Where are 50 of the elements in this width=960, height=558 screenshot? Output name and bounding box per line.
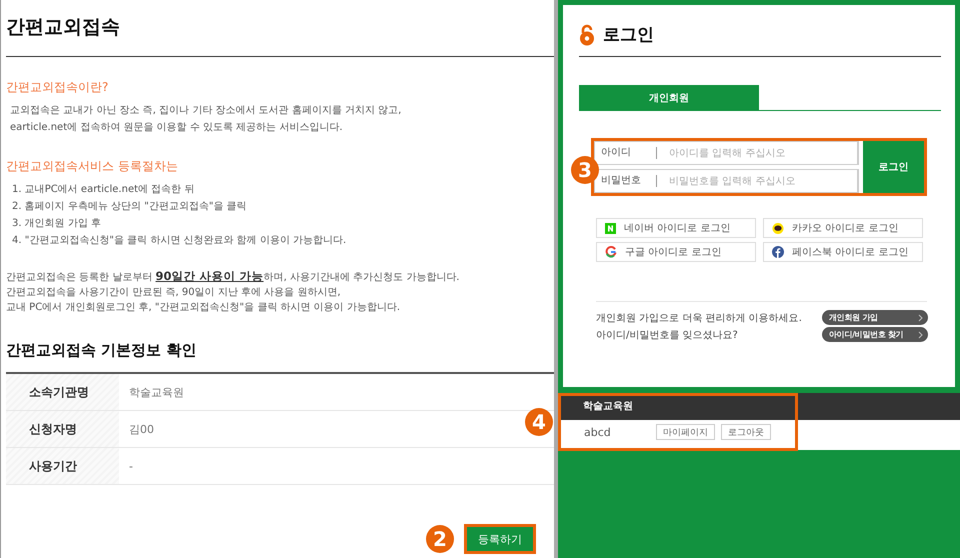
step-item: 3. 개인회원 가입 후	[12, 217, 102, 231]
step-number: 2	[426, 525, 454, 553]
step-item: 2. 홈페이지 우측메뉴 상단의 "간편교외접속"을 클릭	[12, 200, 248, 214]
login-button[interactable]: 로그인	[863, 141, 924, 193]
notice-text: 간편교외접속은 등록한 날로부터 90일간 사용이 가능하며, 사용기간내에 추가신청도 가능합니다.	[6, 269, 460, 285]
lock-icon	[579, 24, 595, 46]
register-button[interactable]: 등록하기	[464, 524, 536, 554]
account-button[interactable]: 마이페이지	[656, 424, 715, 440]
table-header-cell: 신청자명	[6, 411, 119, 447]
facebook-icon	[772, 246, 784, 258]
intro-text: 교외접속은 교내가 아닌 장소 즉, 집이나 기타 장소에서 도서관 홈페이지를 거치지 않고,	[10, 104, 402, 118]
social-login-button[interactable]: 카카오 아이디로 로그인	[763, 218, 923, 238]
kakao-icon	[772, 222, 784, 234]
institution-name: 학술교육원	[583, 400, 633, 413]
login-title: 로그인	[603, 24, 654, 46]
table-cell: 김00	[129, 422, 154, 436]
chevron-right-icon	[918, 330, 923, 338]
notice-text: 간편교외접속을 사용기간이 만료된 즉, 90일이 지난 후에 사용을 원하시면,	[6, 286, 342, 300]
step-item: 4. "간편교외접속신청"을 클릭 하시면 신청완료와 함께 이용이 가능합니다.	[12, 234, 348, 248]
field-label: 아이디	[595, 147, 657, 159]
help-text: 아이디/비밀번호를 잊으셨나요?	[596, 328, 738, 342]
member-tab[interactable]: 개인회원	[579, 85, 759, 110]
naver-icon	[605, 222, 616, 234]
user-name: abcd	[584, 426, 612, 438]
chevron-right-icon	[918, 314, 923, 322]
social-login-button[interactable]: 페이스북 아이디로 로그인	[763, 242, 923, 262]
table-cell: -	[129, 460, 133, 472]
login-field[interactable]: 비밀번호 비밀번호를 입력해 주십시오	[594, 169, 859, 193]
section-heading: 간편교외접속이란?	[6, 79, 110, 96]
table-header-cell: 소속기관명	[6, 374, 119, 410]
login-field[interactable]: 아이디 아이디를 입력해 주십시오	[594, 141, 859, 165]
google-icon	[605, 246, 617, 258]
input-field[interactable]: 아이디를 입력해 주십시오	[657, 146, 857, 160]
help-text: 개인회원 가입으로 더욱 편리하게 이용하세요.	[596, 312, 802, 324]
notice-text: 교내 PC에서 개인회원로그인 후, "간편교외접속신청"을 클릭 하시면 이용이 가능합니다.	[6, 301, 401, 315]
account-button[interactable]: 아이디/비밀번호 찾기	[822, 327, 928, 342]
table-header-cell: 사용기간	[6, 448, 119, 484]
page-title: 간편교외접속	[6, 14, 554, 57]
intro-text: earticle.net에 접속하여 원문을 이용할 수 있도록 제공하는 서비스입니다.	[10, 121, 344, 135]
account-button[interactable]: 로그아웃	[721, 424, 771, 440]
social-login-button[interactable]: 구글 아이디로 로그인	[596, 242, 756, 262]
table-cell: 학술교육원	[129, 384, 184, 400]
input-field[interactable]: 비밀번호를 입력해 주십시오	[657, 174, 857, 188]
step-number: 4	[525, 408, 553, 436]
section-heading: 간편교외접속서비스 등록절차는	[6, 158, 179, 175]
step-number: 3	[571, 156, 599, 184]
account-button[interactable]: 개인회원 가입	[822, 310, 928, 325]
step-item: 1. 교내PC에서 earticle.net에 접속한 뒤	[12, 183, 196, 197]
social-login-button[interactable]: 네이버 아이디로 로그인	[596, 218, 756, 238]
section-title: 간편교외접속 기본정보 확인	[6, 341, 198, 360]
